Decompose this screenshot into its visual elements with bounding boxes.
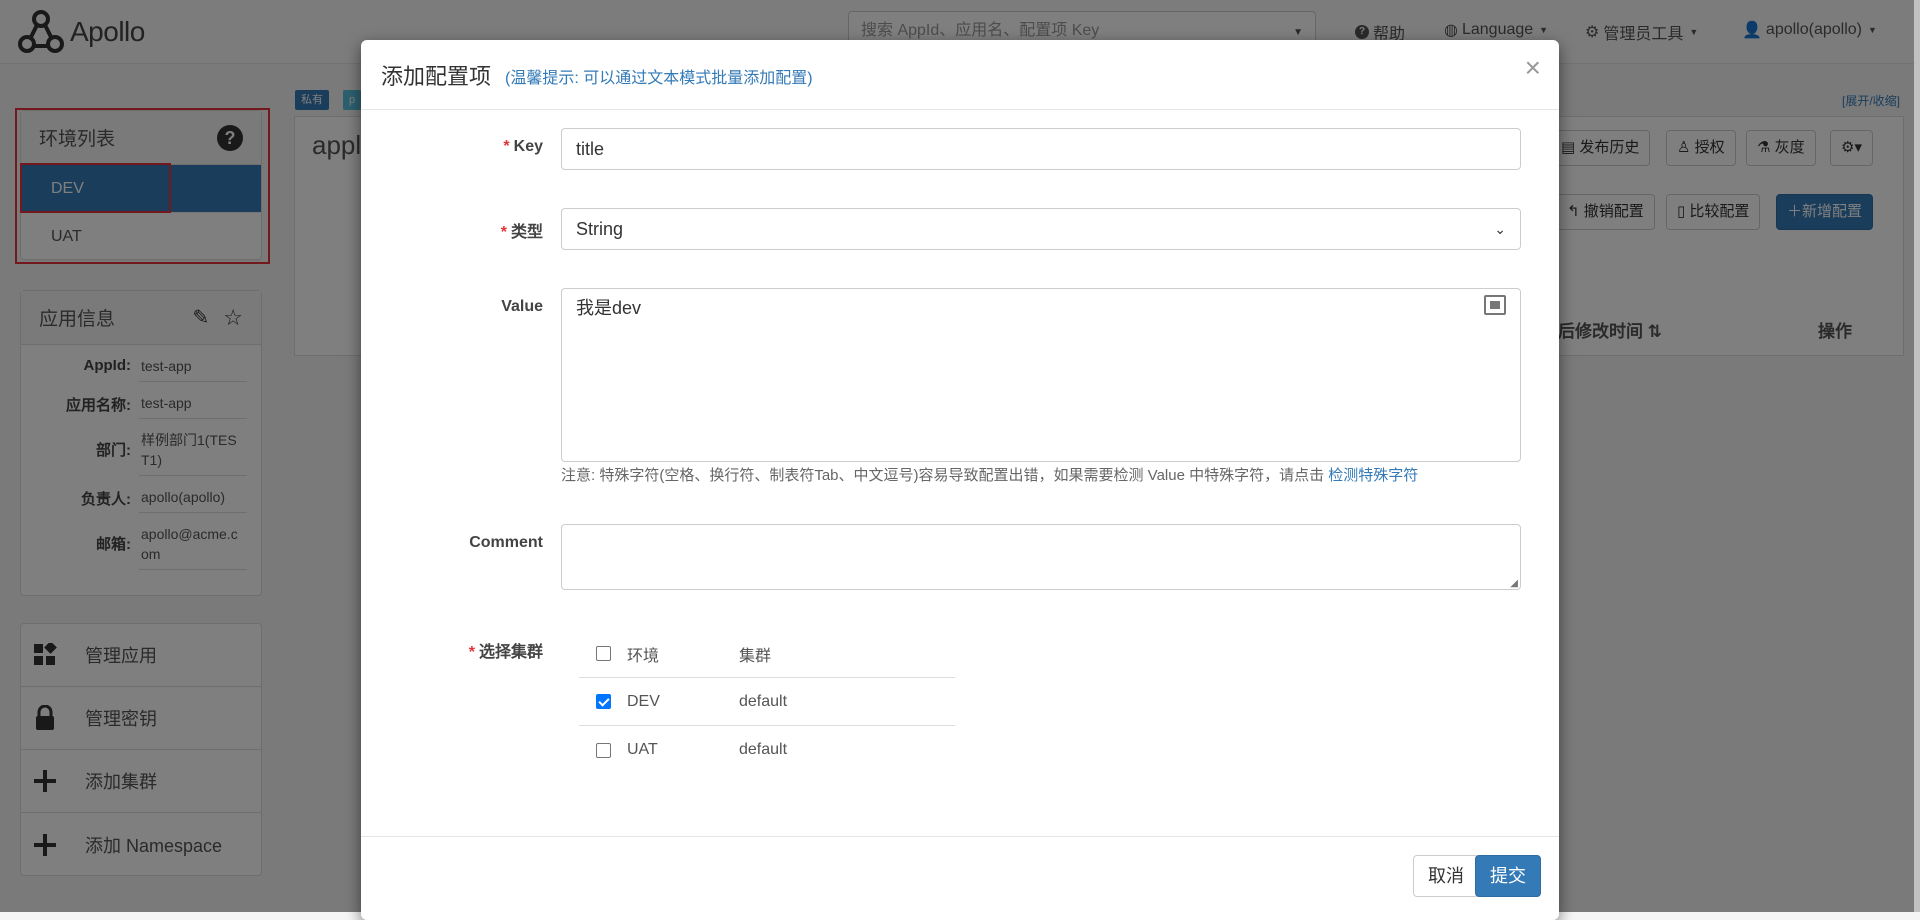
fullscreen-icon-inner <box>1490 301 1500 309</box>
cluster-row-dev: DEV default <box>579 678 955 726</box>
cluster-table-header: 环境 集群 <box>579 630 955 678</box>
check-special-chars-link[interactable]: 检测特殊字符 <box>1328 467 1418 484</box>
key-input-value: title <box>576 139 605 159</box>
required-asterisk: * <box>468 644 475 661</box>
select-all-checkbox[interactable] <box>595 646 611 661</box>
value-textarea[interactable]: 我是dev <box>561 288 1521 462</box>
close-icon[interactable]: × <box>1525 54 1541 82</box>
value-textarea-value: 我是dev <box>576 298 642 318</box>
required-asterisk: * <box>503 138 510 155</box>
required-asterisk: * <box>500 224 507 241</box>
modal-footer: 取消 提交 <box>361 836 1559 920</box>
cluster-env: UAT <box>627 741 658 758</box>
cluster-checkbox-uat[interactable] <box>595 742 611 758</box>
cluster-checkbox-dev[interactable] <box>595 694 611 709</box>
type-select-value: String <box>576 219 624 239</box>
type-label-text: 类型 <box>510 224 543 241</box>
comment-label-text: Comment <box>469 534 543 551</box>
cluster-name: default <box>739 692 788 710</box>
page-scrollbar[interactable] <box>1914 0 1920 912</box>
modal-title: 添加配置项 <box>381 63 492 89</box>
cancel-button[interactable]: 取消 <box>1413 855 1479 897</box>
fullscreen-icon[interactable] <box>1484 295 1506 315</box>
cluster-column-header: 集群 <box>739 647 772 665</box>
comment-textarea[interactable]: ◢ <box>561 524 1521 590</box>
cluster-env: DEV <box>627 692 660 710</box>
special-char-note: 注意: 特殊字符(空格、换行符、制表符Tab、中文逗号)容易导致配置出错，如果需… <box>561 464 1418 485</box>
submit-button[interactable]: 提交 <box>1475 855 1541 897</box>
env-column-header: 环境 <box>627 647 660 665</box>
cluster-table: 环境 集群 DEV default UAT default <box>579 630 955 774</box>
cluster-name: default <box>739 741 788 758</box>
add-config-modal: 添加配置项 (温馨提示: 可以通过文本模式批量添加配置) × * Key titl… <box>361 40 1559 920</box>
value-label-text: Value <box>501 298 543 315</box>
key-label-text: Key <box>513 138 543 155</box>
type-select[interactable]: String ⌄ <box>561 208 1521 250</box>
chevron-down-icon: ⌄ <box>1494 221 1506 237</box>
key-input[interactable]: title <box>561 128 1521 170</box>
cluster-row-uat: UAT default <box>579 726 955 774</box>
modal-header: 添加配置项 (温馨提示: 可以通过文本模式批量添加配置) × <box>361 40 1559 110</box>
modal-hint: (温馨提示: 可以通过文本模式批量添加配置) <box>505 70 813 87</box>
cluster-label-text: 选择集群 <box>478 644 543 661</box>
note-text: 注意: 特殊字符(空格、换行符、制表符Tab、中文逗号)容易导致配置出错，如果需… <box>561 467 1329 484</box>
resize-handle-icon[interactable]: ◢ <box>1510 578 1518 589</box>
